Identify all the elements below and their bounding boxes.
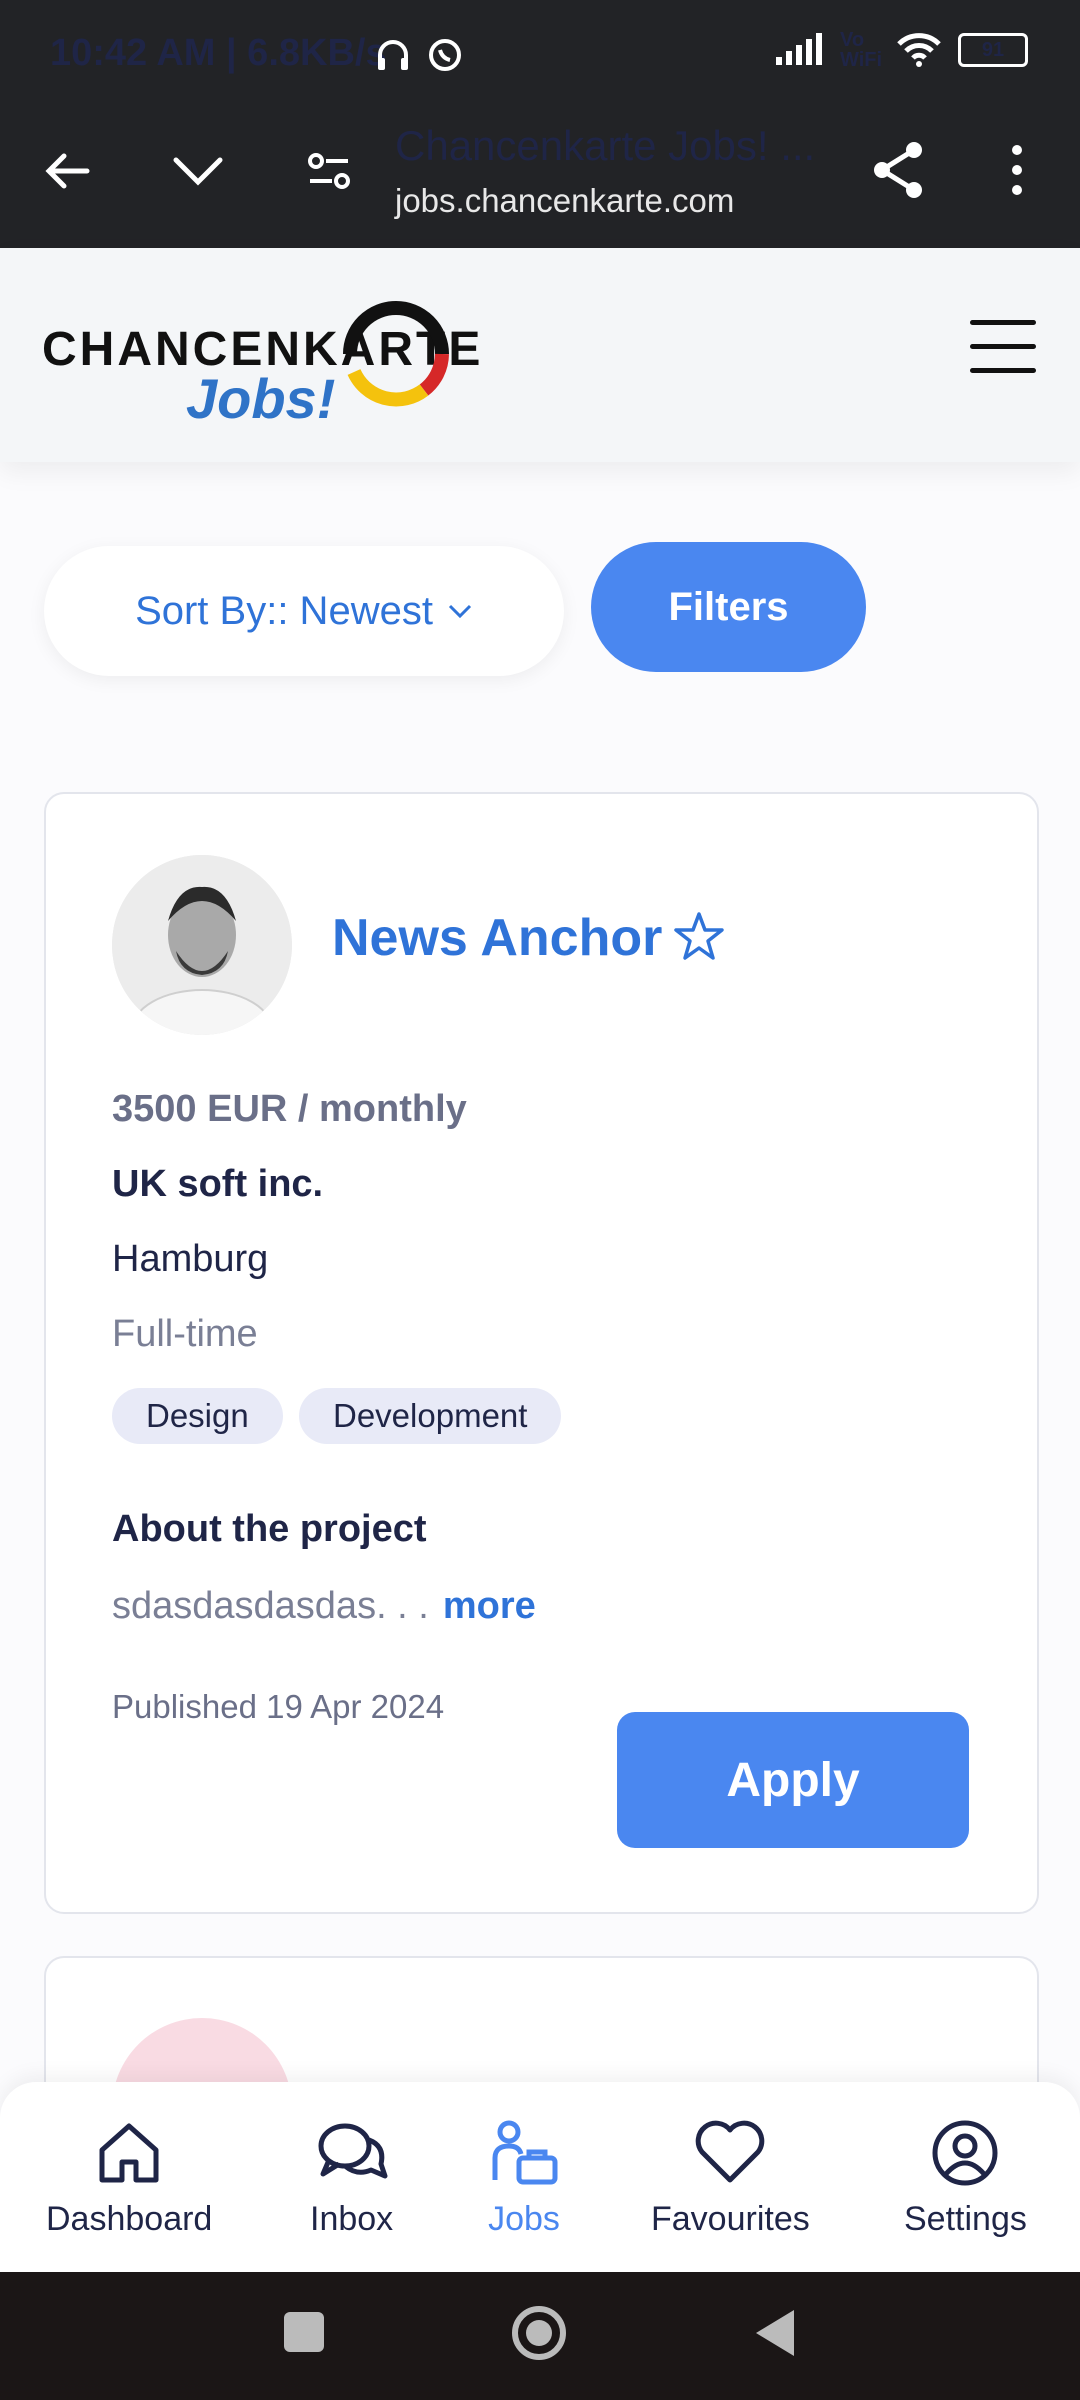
nav-dashboard[interactable]: Dashboard: [46, 2118, 212, 2239]
company-avatar: [112, 855, 292, 1035]
job-salary: 3500 EUR / monthly: [112, 1088, 467, 1130]
page-title[interactable]: Chancenkarte Jobs! ...: [395, 122, 835, 170]
nav-settings[interactable]: Settings: [904, 2118, 1027, 2239]
job-type: Full-time: [112, 1313, 258, 1355]
logo-subtitle[interactable]: Jobs!: [186, 366, 335, 431]
about-text: sdasdasdasdas. . . more: [112, 1585, 536, 1628]
battery-icon: 91: [958, 33, 1028, 67]
chevron-down-icon: [448, 604, 471, 619]
whatsapp-icon: [429, 39, 461, 71]
tag-development: Development: [299, 1388, 562, 1444]
filters-button[interactable]: Filters: [591, 542, 866, 672]
headphones-icon: [378, 40, 408, 70]
user-circle-icon: [932, 2120, 998, 2186]
wifi-icon: [897, 33, 941, 67]
recents-button[interactable]: [284, 2312, 324, 2352]
tag-design: Design: [112, 1388, 283, 1444]
nav-jobs[interactable]: Jobs: [487, 2118, 561, 2239]
about-title: About the project: [112, 1508, 427, 1550]
signal-icon: [776, 33, 822, 65]
vowifi-label: Vo WiFi: [840, 29, 883, 71]
url-host[interactable]: jobs.chancenkarte.com: [395, 182, 734, 220]
job-city: Hamburg: [112, 1238, 269, 1280]
back-arrow-icon[interactable]: [42, 146, 92, 196]
nav-label: Dashboard: [46, 2200, 213, 2238]
nav-label: Inbox: [310, 2200, 394, 2238]
more-vert-icon[interactable]: [1003, 144, 1031, 196]
home-icon: [99, 2123, 159, 2183]
sort-dropdown[interactable]: Sort By:: Newest: [44, 546, 564, 676]
jobs-icon: [492, 2120, 558, 2185]
hamburger-menu-icon[interactable]: [970, 320, 1036, 374]
nav-label: Favourites: [651, 2200, 810, 2238]
chat-icon: [318, 2123, 388, 2179]
sort-label: Sort By:: Newest: [135, 588, 433, 633]
apply-button[interactable]: Apply: [617, 1712, 969, 1848]
status-time: 10:42 AM | 6.8KB/s: [50, 32, 387, 74]
star-icon[interactable]: [672, 910, 726, 964]
about-snippet: sdasdasdasdas. . .: [112, 1585, 429, 1627]
share-icon[interactable]: [870, 140, 926, 200]
nav-label: Jobs: [488, 2200, 560, 2238]
site-settings-icon[interactable]: [306, 148, 352, 194]
job-company: UK soft inc.: [112, 1163, 324, 1205]
nav-favourites[interactable]: Favourites: [651, 2118, 810, 2239]
job-title[interactable]: News Anchor: [332, 908, 662, 968]
heart-icon: [696, 2120, 765, 2183]
nav-inbox[interactable]: Inbox: [310, 2118, 393, 2239]
back-button[interactable]: [754, 2308, 796, 2358]
published-date: Published 19 Apr 2024: [112, 1688, 445, 1725]
status-indicators: Vo WiFi 91: [774, 30, 1028, 70]
home-button[interactable]: [510, 2304, 568, 2362]
nav-label: Settings: [904, 2200, 1027, 2238]
more-link[interactable]: more: [443, 1585, 536, 1627]
chevron-down-icon[interactable]: [172, 150, 224, 190]
logo-ring-icon: [343, 301, 449, 407]
